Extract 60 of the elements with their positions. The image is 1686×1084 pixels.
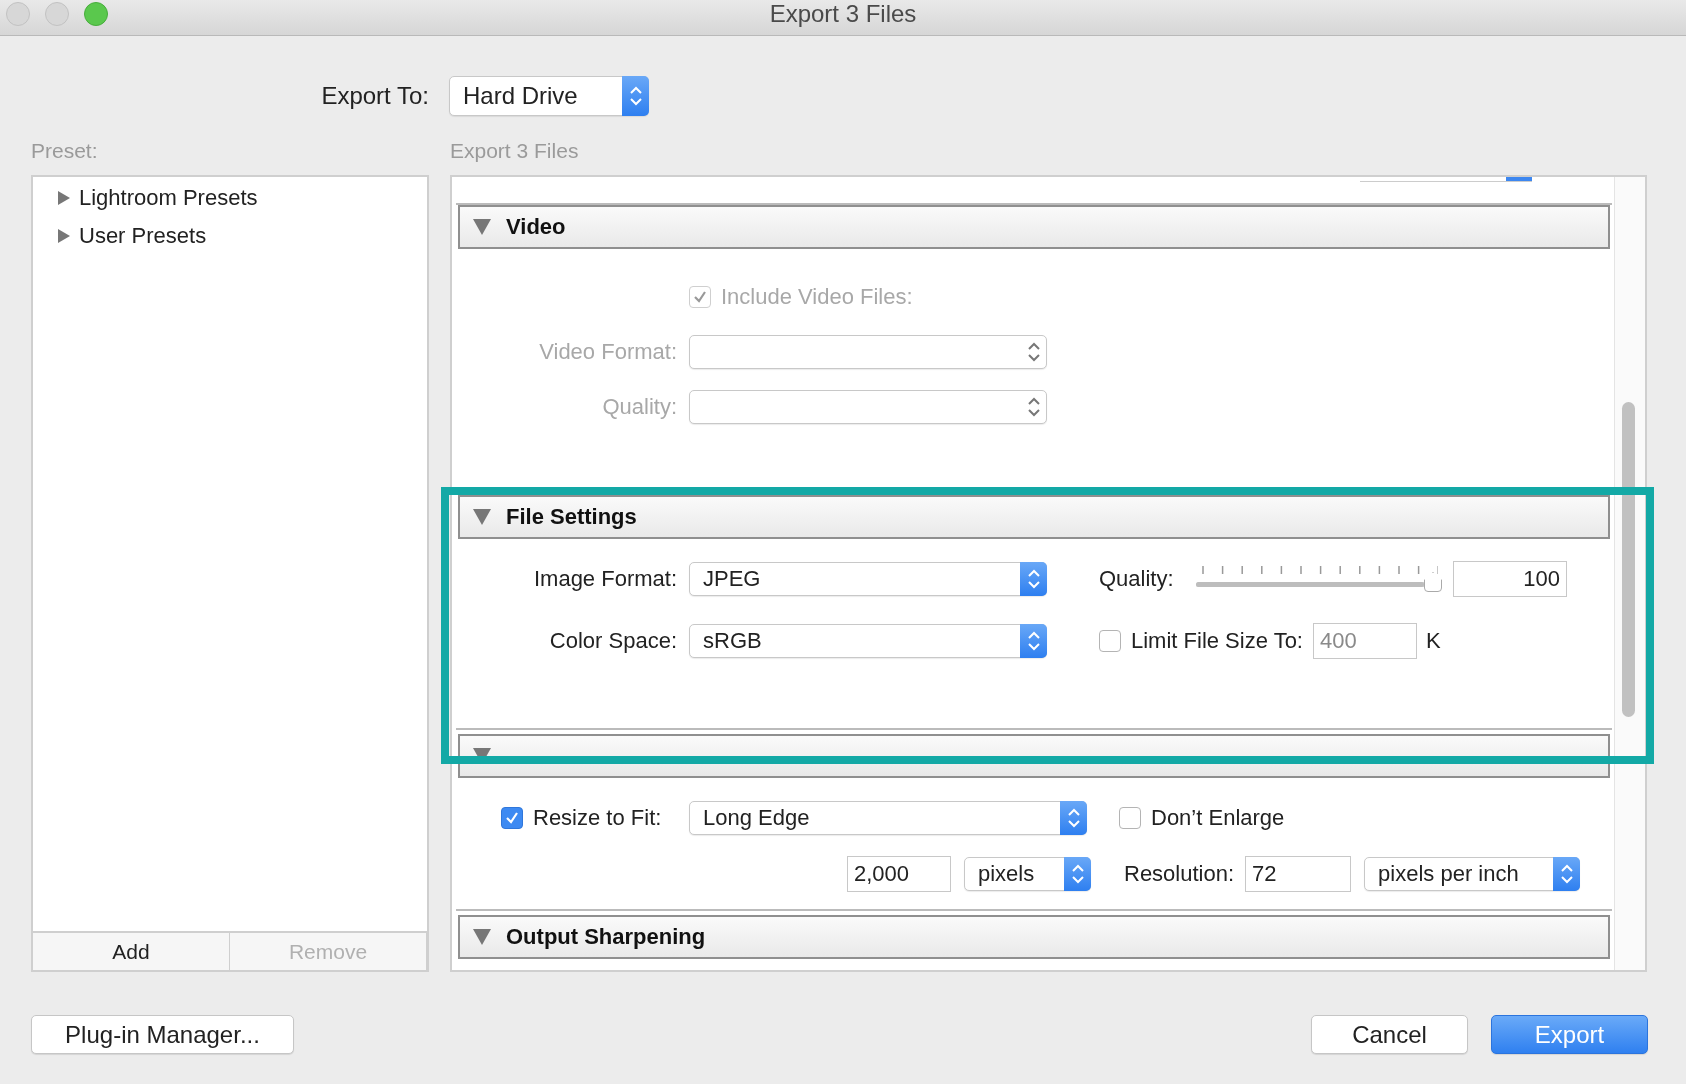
preset-folder[interactable]: Lightroom Presets [33, 179, 427, 217]
disclosure-triangle-icon[interactable] [472, 507, 492, 527]
checkbox[interactable] [1119, 807, 1141, 829]
checkbox-label: Include Video Files: [721, 284, 913, 310]
preset-folder-label: User Presets [79, 223, 207, 249]
export-to-dropdown[interactable]: Hard Drive [449, 76, 649, 116]
chevron-icon [1026, 341, 1041, 363]
section-title: Video [506, 214, 566, 240]
preset-folder-label: Lightroom Presets [79, 185, 258, 211]
field-label: Video Format: [538, 339, 678, 365]
chevron-icon [1026, 630, 1041, 652]
resolution-field[interactable]: 72 [1245, 856, 1352, 892]
scrollbar-thumb[interactable] [1622, 402, 1635, 717]
section-title: Output Sharpening [506, 924, 706, 950]
slider-thumb[interactable] [1424, 572, 1442, 592]
field-label: Color Space: [548, 628, 678, 654]
field-label: Quality: [601, 394, 678, 420]
checkbox-label: Limit File Size To: [1131, 628, 1303, 654]
checkbox[interactable] [501, 807, 523, 829]
window-title: Export 3 Files [769, 0, 917, 28]
size-field[interactable]: 2,000 [847, 856, 951, 892]
panel-title: Export 3 Files [450, 139, 579, 163]
chevron-icon [1070, 863, 1085, 885]
chevron-icon [1026, 568, 1041, 590]
dialog-button[interactable]: Cancel [1311, 1015, 1468, 1054]
unit-label: K [1426, 628, 1441, 654]
quality-field[interactable]: 100 [1453, 561, 1567, 597]
size-unit-dropdown[interactable]: pixels [964, 857, 1091, 891]
color-space-dropdown[interactable]: sRGB [689, 624, 1047, 658]
preset-button[interactable]: Add [33, 933, 230, 970]
dialog-button[interactable]: Plug-in Manager... [31, 1015, 294, 1054]
close-button[interactable] [6, 1, 30, 26]
resolution-unit-dropdown[interactable]: pixels per inch [1364, 857, 1581, 891]
checkmark-icon [692, 289, 708, 305]
image-format-dropdown[interactable]: JPEG [689, 562, 1047, 596]
chevron-icon [1026, 396, 1041, 418]
field-label: Resolution: [1124, 861, 1235, 887]
chevron-icon [628, 85, 643, 107]
preset-folder[interactable]: User Presets [33, 217, 427, 255]
chevron-icon [1559, 863, 1574, 885]
zoom-button[interactable] [84, 1, 108, 26]
disclosure-triangle-icon[interactable] [472, 217, 492, 237]
disclosure-triangle-icon[interactable] [472, 927, 492, 947]
resize-mode-dropdown[interactable]: Long Edge [689, 801, 1087, 835]
section-header[interactable]: File Settings [458, 495, 1610, 539]
checkmark-icon [504, 810, 520, 826]
disclosure-triangle-icon[interactable] [57, 228, 71, 244]
section-header[interactable]: Output Sharpening [458, 915, 1610, 959]
chevron-icon [1066, 807, 1081, 829]
section-header[interactable]: Video [458, 205, 1610, 249]
disclosure-triangle-icon[interactable] [57, 190, 71, 206]
export-to-label: Export To: [321, 82, 429, 110]
minimize-button[interactable] [45, 1, 69, 26]
preset-label: Preset: [31, 139, 98, 163]
field-label: Quality: [1099, 566, 1175, 592]
checkbox-label: Don’t Enlarge [1151, 805, 1285, 831]
checkbox[interactable] [1099, 630, 1121, 652]
section-title: File Settings [506, 504, 637, 530]
field-label: Image Format: [532, 566, 678, 592]
checkbox-label: Resize to Fit: [533, 805, 662, 831]
